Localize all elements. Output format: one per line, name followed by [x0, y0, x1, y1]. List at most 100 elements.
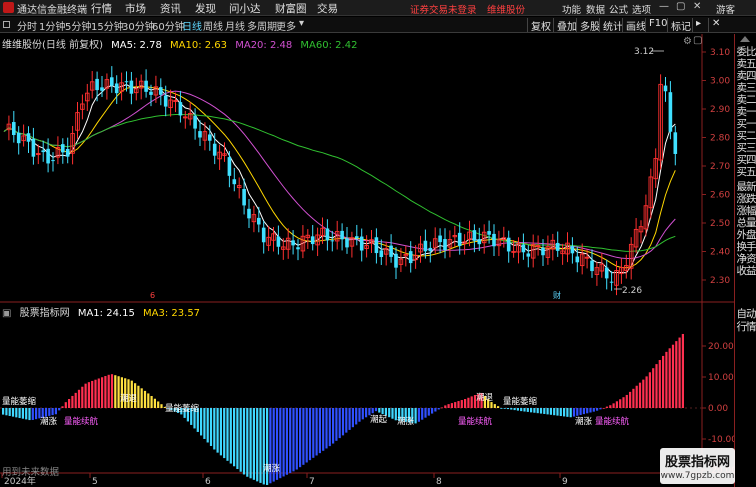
indicator-bar-positive — [629, 391, 632, 408]
menu-faxian[interactable]: 发现 — [195, 1, 216, 16]
indicator-bar-negative — [427, 408, 430, 416]
candle-body-down — [26, 133, 31, 142]
indicator-bar-positive — [678, 337, 681, 408]
indicator-bar-negative — [259, 408, 262, 483]
menu-shichang[interactable]: 市场 — [125, 1, 146, 16]
indicator-bar-negative — [305, 408, 308, 463]
biaoji-button[interactable]: 标记 — [667, 18, 691, 33]
candle-body-down — [227, 157, 232, 176]
indicator-bar-negative — [431, 408, 434, 414]
indicator-bar-negative — [523, 408, 526, 412]
diejia-button[interactable]: 叠加 — [553, 18, 577, 33]
panel-options-icon[interactable]: ⚙ — [683, 36, 692, 47]
event-marker-6: 6 — [150, 291, 155, 300]
indicator-bar-positive — [104, 376, 107, 408]
indicator-bar-negative — [365, 408, 368, 418]
indicator-bar-negative — [200, 408, 203, 436]
indicator-bar-negative — [31, 408, 34, 420]
menu-gongshi[interactable]: 公式 — [609, 2, 628, 16]
duogu-button[interactable]: 多股 — [576, 18, 600, 33]
candle-body-down — [374, 237, 379, 254]
panel-maximize-icon[interactable]: ▢ — [693, 35, 702, 46]
minimize-icon[interactable]: — — [659, 1, 669, 12]
close-icon[interactable]: ✕ — [693, 1, 701, 12]
candle-body-down — [193, 115, 197, 129]
menu-zixun[interactable]: 资讯 — [160, 1, 181, 16]
menu-wenxiaoda[interactable]: 问小达 — [229, 1, 261, 16]
period-15min[interactable]: 15分钟 — [91, 18, 124, 33]
indicator-bar-positive — [655, 364, 658, 408]
huaxian-button[interactable]: 画线 — [622, 18, 646, 33]
sidebar-collapse-arrow-icon[interactable] — [740, 36, 750, 42]
period-daily[interactable]: 日线 — [182, 18, 202, 33]
indicator-bar-negative — [322, 408, 325, 451]
period-multi[interactable]: 多周期 — [247, 18, 277, 33]
period-more[interactable]: 更多 — [276, 18, 296, 33]
candle-body-down — [247, 208, 251, 219]
candle-body-down — [261, 227, 266, 243]
indicator-bar-negative — [520, 408, 523, 412]
candle-body-down — [570, 246, 575, 254]
indicator-bar-negative — [371, 408, 374, 414]
kline-chart[interactable]: 3.103.002.902.802.702.602.502.402.30 6财 … — [0, 34, 734, 487]
period-weekly[interactable]: 周线 — [203, 18, 223, 33]
indicator-bar-negative — [559, 408, 562, 417]
menu-caifuquan[interactable]: 财富圈 — [275, 1, 307, 16]
candle-body-down — [428, 247, 433, 252]
indicator-bar-negative — [289, 408, 292, 474]
period-monthly[interactable]: 月线 — [225, 18, 245, 33]
indicator-bar-positive — [648, 372, 651, 408]
indicator-name[interactable]: 股票指标网 — [20, 308, 70, 319]
candle-body-down — [555, 242, 560, 251]
candle-body-down — [668, 92, 673, 132]
candle-body-down — [276, 236, 281, 247]
menu-gongneng[interactable]: 功能 — [562, 2, 581, 16]
indicator-bar-positive — [642, 379, 645, 408]
guest-user[interactable]: 游客 — [716, 2, 735, 16]
period-60min[interactable]: 60分钟 — [152, 18, 185, 33]
candle-body-down — [110, 77, 114, 86]
toolbar-close-icon[interactable]: ✕ — [708, 18, 720, 32]
login-status[interactable]: 证券交易未登录 — [410, 2, 477, 16]
candle-body-down — [310, 236, 315, 245]
candle-body-down — [208, 134, 212, 141]
fuquan-button[interactable]: 复权 — [527, 18, 551, 33]
indicator-bar-negative — [506, 408, 510, 410]
period-5min[interactable]: 5分钟 — [65, 18, 91, 33]
indicator-bar-positive — [94, 379, 97, 408]
current-stock-name: 维维股份 — [487, 5, 526, 16]
watermark-url: www.7gpzb.com — [660, 471, 735, 481]
menu-jiaoyi[interactable]: 交易 — [317, 1, 338, 16]
period-1min[interactable]: 1分钟 — [39, 18, 65, 33]
indicator-settings-icon[interactable]: ▣ — [2, 308, 11, 319]
period-30min[interactable]: 30分钟 — [122, 18, 155, 33]
restore-icon[interactable]: ▢ — [676, 1, 685, 12]
menu-shuju[interactable]: 数据 — [586, 2, 605, 16]
candle-body-down — [144, 80, 148, 92]
period-more-chevron-icon[interactable]: ▾ — [299, 18, 304, 29]
indicator-bar-positive — [645, 376, 648, 408]
indicator-bar-negative — [246, 408, 249, 477]
indicator-bar-positive — [635, 385, 638, 408]
menu-hangqing[interactable]: 行情 — [91, 1, 112, 16]
menu-xuanxiang[interactable]: 选项 — [632, 2, 651, 16]
indicator-bar-negative — [226, 408, 229, 461]
indicator-tick-label: 20.00 — [708, 342, 734, 352]
toolbar-expand-icon[interactable]: ▸ — [692, 18, 701, 32]
low-price-label: 2.26 — [622, 286, 642, 296]
candle-body-down — [159, 87, 163, 95]
layout-toggle-icon[interactable] — [3, 21, 10, 28]
f10-button[interactable]: F10 — [645, 18, 667, 32]
indicator-bar-negative — [589, 408, 592, 413]
future-data-warning: 用到未来数据 — [2, 467, 60, 478]
candle-body-down — [41, 150, 45, 153]
period-fenshi[interactable]: 分时 — [17, 18, 37, 33]
indicator-bar-negative — [239, 408, 242, 472]
tongji-button[interactable]: 统计 — [599, 18, 623, 33]
indicator-bar-negative — [596, 408, 599, 411]
candle-body-down — [232, 179, 237, 185]
indicator-bar-negative — [341, 408, 345, 436]
indicator-bar-negative — [424, 408, 427, 418]
sidebar-quotes[interactable]: 行情 — [735, 319, 756, 334]
indicator-bar-negative — [209, 408, 213, 446]
